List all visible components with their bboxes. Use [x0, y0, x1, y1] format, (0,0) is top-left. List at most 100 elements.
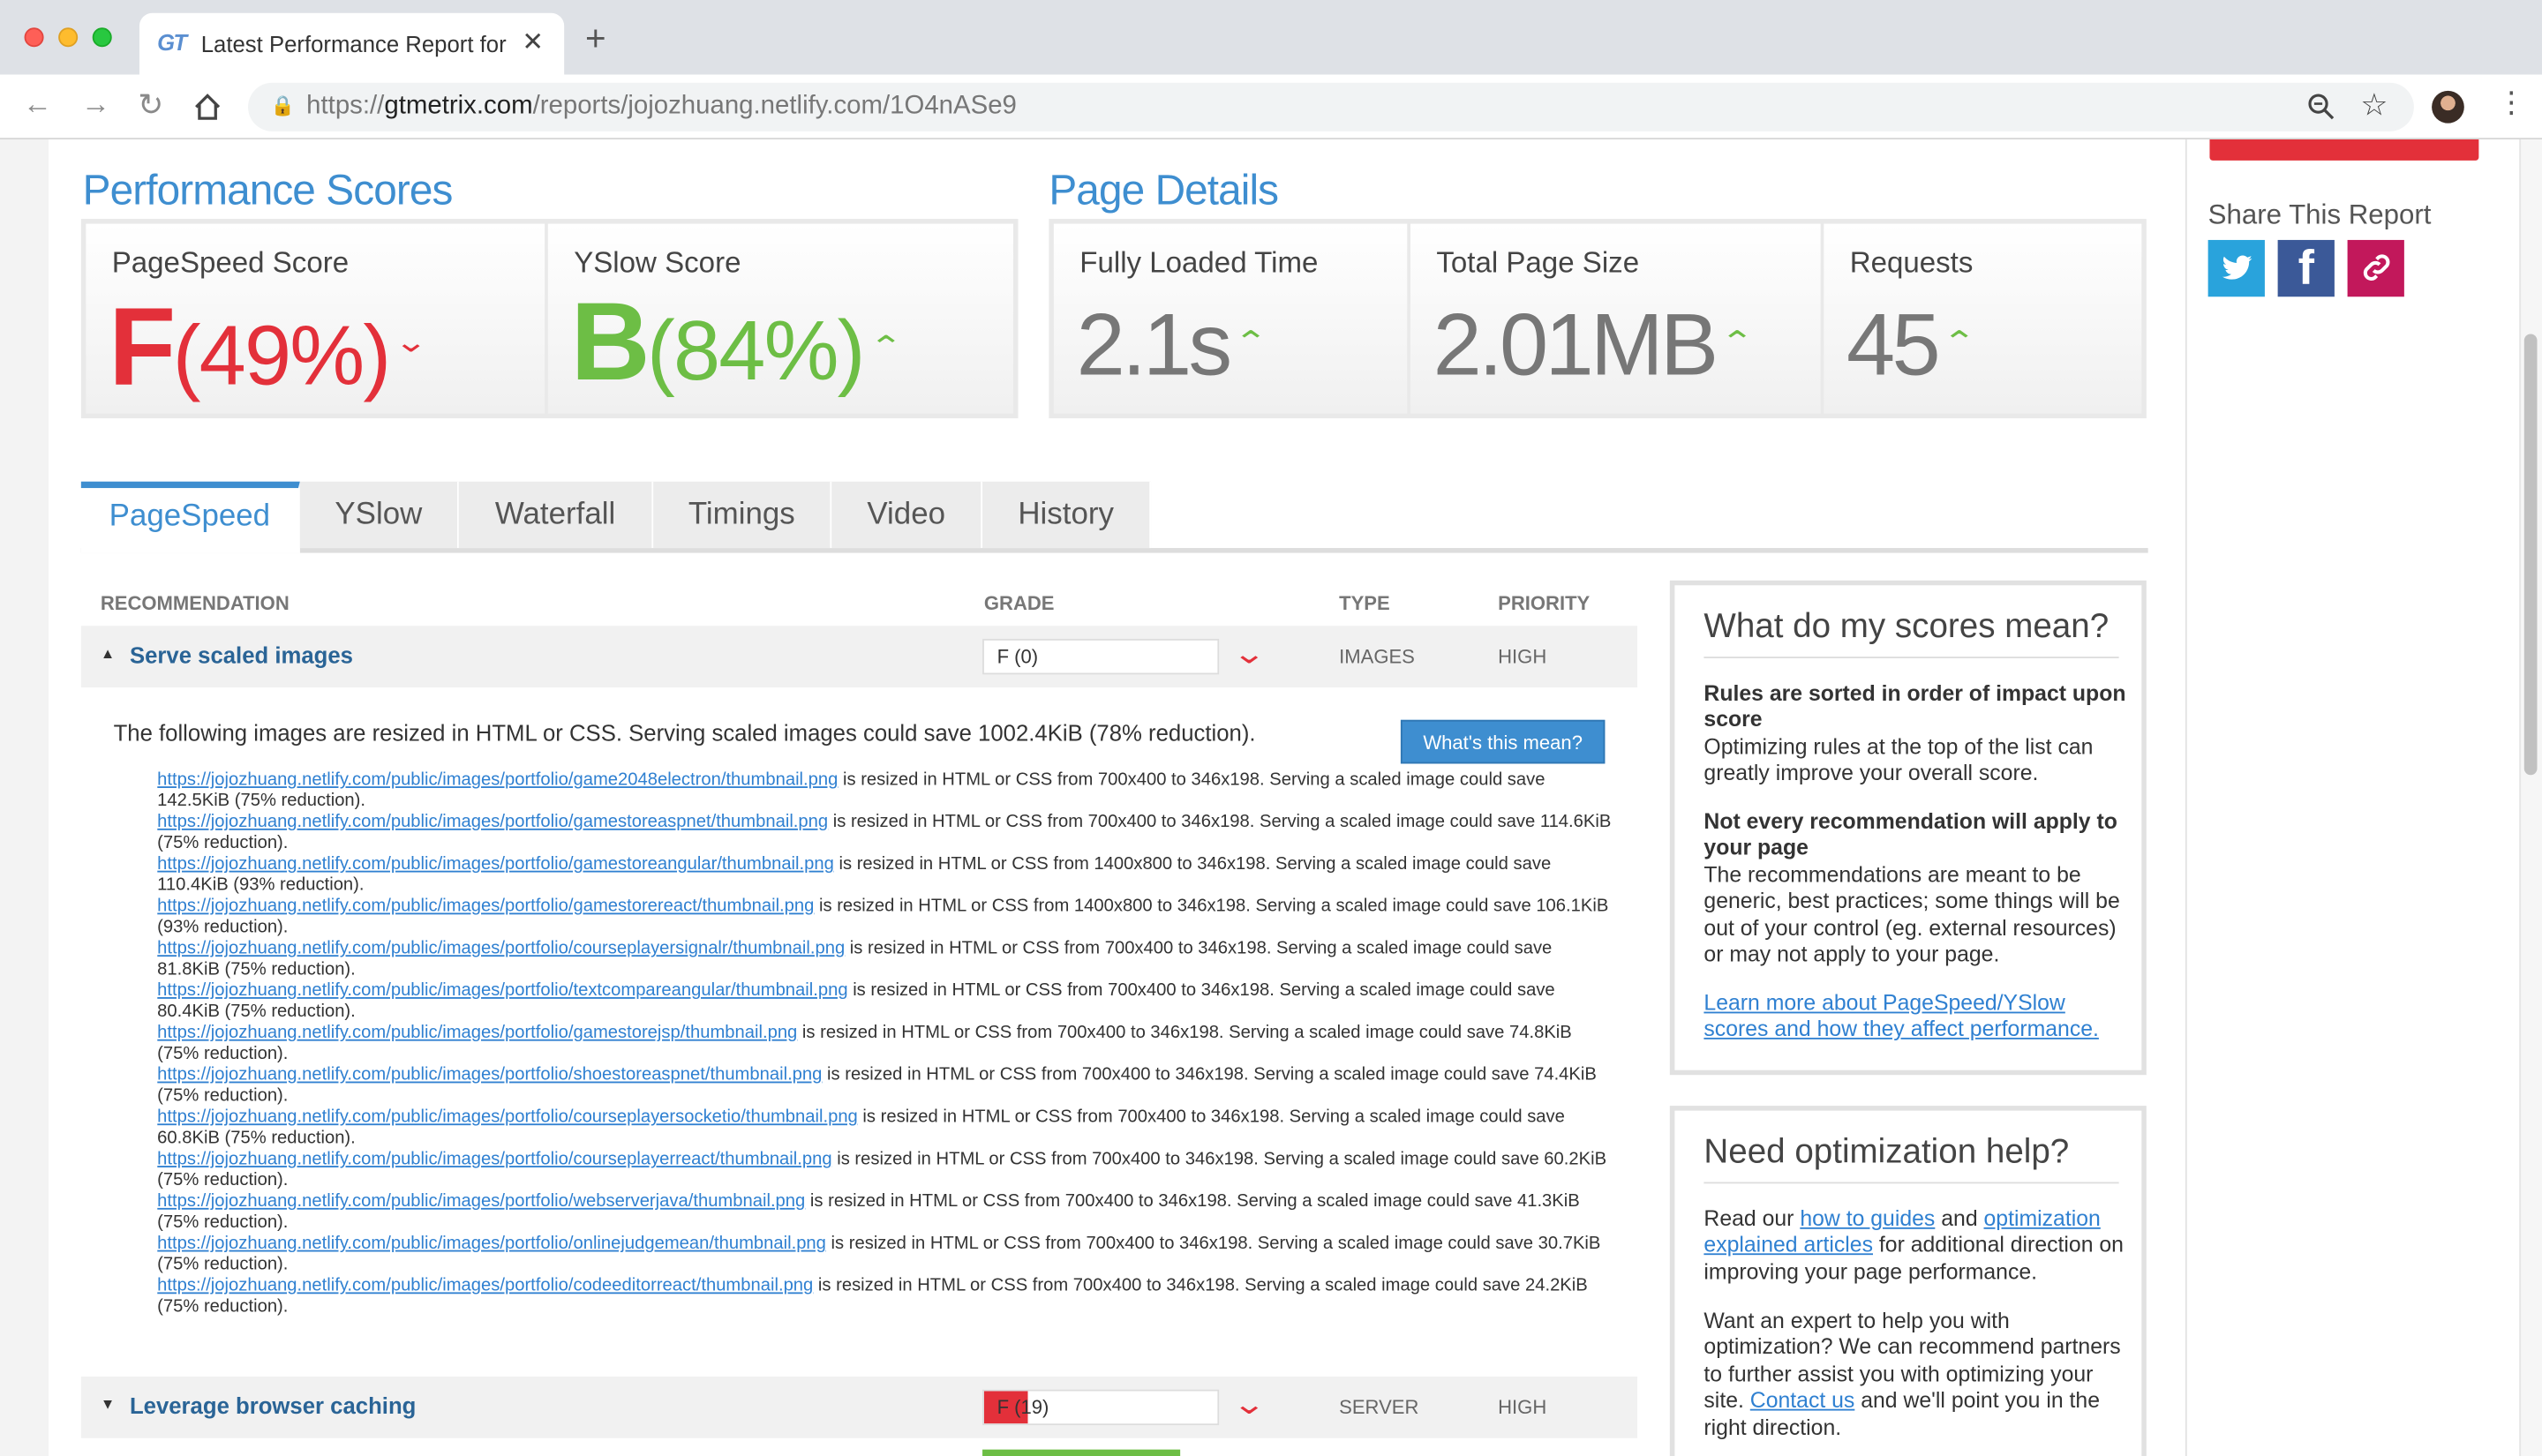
resized-image-item: https://jojozhuang.netlify.com/public/im…	[157, 770, 1616, 813]
forward-icon[interactable]: →	[81, 87, 110, 122]
browser-tabstrip: GT Latest Performance Report for ✕ +	[0, 0, 2542, 75]
profile-avatar[interactable]	[2432, 90, 2464, 124]
report-sidebar: Share This Report f	[2185, 139, 2520, 1456]
image-url-link[interactable]: https://jojozhuang.netlify.com/public/im…	[157, 1192, 805, 1212]
requests-value-wrap: 45 ⌃	[1846, 285, 1976, 424]
report-content: Performance Scores PageSpeed Score F(49%…	[49, 139, 2185, 1456]
resized-image-item: https://jojozhuang.netlify.com/public/im…	[157, 981, 1616, 1024]
page-details-box: Fully Loaded Time 2.1s ⌃ Total Page Size …	[1049, 219, 2147, 419]
yslow-score-label: YSlow Score	[574, 246, 741, 280]
image-url-link[interactable]: https://jojozhuang.netlify.com/public/im…	[157, 1150, 831, 1169]
image-url-link[interactable]: https://jojozhuang.netlify.com/public/im…	[157, 1107, 858, 1127]
resized-image-item: https://jojozhuang.netlify.com/public/im…	[157, 939, 1616, 981]
address-bar[interactable]: 🔒 https://gtmetrix.com/reports/jojozhuan…	[248, 82, 2414, 131]
resized-image-item: https://jojozhuang.netlify.com/public/im…	[157, 1065, 1616, 1107]
image-url-link[interactable]: https://jojozhuang.netlify.com/public/im…	[157, 939, 845, 958]
resized-images-list: https://jojozhuang.netlify.com/public/im…	[157, 770, 1616, 1318]
image-url-link[interactable]: https://jojozhuang.netlify.com/public/im…	[157, 897, 814, 916]
recommendation-type: SERVER	[1339, 1396, 1419, 1419]
yslow-percent: (84%)	[647, 304, 865, 400]
tab-close-icon[interactable]: ✕	[522, 26, 544, 58]
grade-bar: F (19)	[982, 1389, 1220, 1426]
image-url-link[interactable]: https://jojozhuang.netlify.com/public/im…	[157, 1234, 826, 1253]
fully-loaded-label: Fully Loaded Time	[1079, 246, 1319, 280]
tab-yslow[interactable]: YSlow	[299, 481, 459, 549]
image-url-link[interactable]: https://jojozhuang.netlify.com/public/im…	[157, 1023, 797, 1042]
scores-info-heading-2: Not every recommendation will apply to y…	[1703, 808, 2117, 860]
type-header: TYPE	[1339, 591, 1390, 615]
fully-loaded-panel: Fully Loaded Time 2.1s ⌃	[1053, 223, 1408, 414]
expand-triangle-icon[interactable]: ▼	[101, 1396, 115, 1412]
back-icon[interactable]: ←	[23, 87, 52, 122]
star-icon[interactable]: ☆	[2360, 87, 2388, 124]
link-icon[interactable]	[2347, 239, 2404, 297]
trend-up-icon: ⌃	[869, 330, 903, 364]
page-details-title: Page Details	[1049, 165, 1279, 214]
menu-icon[interactable]: ⋮	[2497, 86, 2526, 120]
scores-info-text-2: The recommendations are meant to be gene…	[1703, 862, 2120, 967]
browser-tab[interactable]: GT Latest Performance Report for ✕	[139, 12, 565, 75]
learn-more-link[interactable]: Learn more about PageSpeed/YSlow scores …	[1703, 991, 2128, 1044]
scores-info-text-1: Optimizing rules at the top of the list …	[1703, 734, 2094, 786]
image-url-link[interactable]: https://jojozhuang.netlify.com/public/im…	[157, 770, 838, 790]
image-url-link[interactable]: https://jojozhuang.netlify.com/public/im…	[157, 854, 834, 874]
scores-info-heading-1: Rules are sorted in order of impact upon…	[1703, 680, 2126, 732]
chevron-down-icon: ⌄	[1231, 1387, 1267, 1421]
image-url-link[interactable]: https://jojozhuang.netlify.com/public/im…	[157, 1276, 813, 1295]
resized-image-item: https://jojozhuang.netlify.com/public/im…	[157, 854, 1616, 897]
recommendation-title[interactable]: Leverage browser caching	[130, 1392, 416, 1418]
tab-waterfall[interactable]: Waterfall	[458, 481, 654, 549]
pagespeed-score-panel: PageSpeed Score F(49%) ⌄	[86, 223, 545, 414]
scores-info-title: What do my scores mean?	[1703, 608, 2119, 658]
next-grade-bar	[982, 1449, 1181, 1456]
tab-title: Latest Performance Report for	[200, 30, 507, 57]
recommendation-title[interactable]: Serve scaled images	[130, 642, 353, 668]
grade-text: F (0)	[996, 645, 1039, 669]
trend-down-icon: ⌄	[394, 326, 429, 359]
tab-video[interactable]: Video	[831, 481, 983, 549]
resized-image-item: https://jojozhuang.netlify.com/public/im…	[157, 1150, 1616, 1192]
recommendation-type: IMAGES	[1339, 645, 1415, 669]
scores-info-box: What do my scores mean? Rules are sorted…	[1669, 580, 2147, 1076]
image-url-link[interactable]: https://jojozhuang.netlify.com/public/im…	[157, 981, 847, 1001]
yslow-score-panel: YSlow Score B(84%) ⌃	[547, 223, 1013, 414]
home-icon[interactable]	[193, 93, 222, 122]
page-size-label: Total Page Size	[1436, 246, 1640, 280]
image-url-link[interactable]: https://jojozhuang.netlify.com/public/im…	[157, 1065, 822, 1084]
pagespeed-percent: (49%)	[172, 309, 391, 404]
recommendation-priority: HIGH	[1498, 1396, 1547, 1419]
recommendation-header: RECOMMENDATION	[100, 591, 290, 615]
resized-image-item: https://jojozhuang.netlify.com/public/im…	[157, 897, 1616, 939]
collapse-triangle-icon[interactable]: ▲	[101, 645, 115, 661]
contact-us-link[interactable]: Contact us	[1750, 1388, 1855, 1413]
performance-scores-title: Performance Scores	[82, 165, 454, 214]
window-maximize-button[interactable]	[92, 27, 112, 48]
tab-pagespeed[interactable]: PageSpeed	[80, 481, 300, 553]
recommendation-summary: The following images are resized in HTML…	[113, 719, 1256, 747]
window-minimize-button[interactable]	[58, 27, 79, 48]
requests-value: 45	[1846, 296, 1941, 394]
recommendation-row[interactable]: ▼ Leverage browser caching F (19) ⌄ SERV…	[80, 1376, 1638, 1438]
recommendation-row[interactable]: ▲ Serve scaled images F (0) ⌄ IMAGES HIG…	[80, 626, 1638, 688]
image-url-link[interactable]: https://jojozhuang.netlify.com/public/im…	[157, 813, 828, 832]
whats-this-mean-button[interactable]: What's this mean?	[1400, 719, 1606, 764]
twitter-icon[interactable]	[2207, 239, 2265, 297]
download-pdf-button[interactable]	[2209, 139, 2479, 161]
yslow-score-value: B(84%) ⌃	[571, 285, 903, 430]
how-to-guides-link[interactable]: how to guides	[1800, 1206, 1935, 1231]
window-close-button[interactable]	[24, 27, 44, 48]
trend-up-icon: ⌃	[1719, 326, 1755, 359]
zoom-icon[interactable]	[2307, 93, 2336, 122]
facebook-icon[interactable]: f	[2277, 239, 2335, 297]
grade-bar: F (0)	[982, 638, 1220, 675]
resized-image-item: https://jojozhuang.netlify.com/public/im…	[157, 813, 1616, 855]
scrollbar-thumb[interactable]	[2523, 334, 2538, 776]
new-tab-icon[interactable]: +	[585, 20, 606, 56]
tab-history[interactable]: History	[982, 481, 1152, 549]
chevron-down-icon: ⌄	[1231, 637, 1267, 670]
tab-timings[interactable]: Timings	[653, 481, 832, 549]
pagespeed-score-value: F(49%) ⌄	[109, 285, 429, 434]
reload-icon[interactable]: ↻	[138, 87, 163, 124]
requests-panel: Requests 45 ⌃	[1824, 223, 2142, 414]
pagespeed-score-label: PageSpeed Score	[111, 246, 350, 280]
